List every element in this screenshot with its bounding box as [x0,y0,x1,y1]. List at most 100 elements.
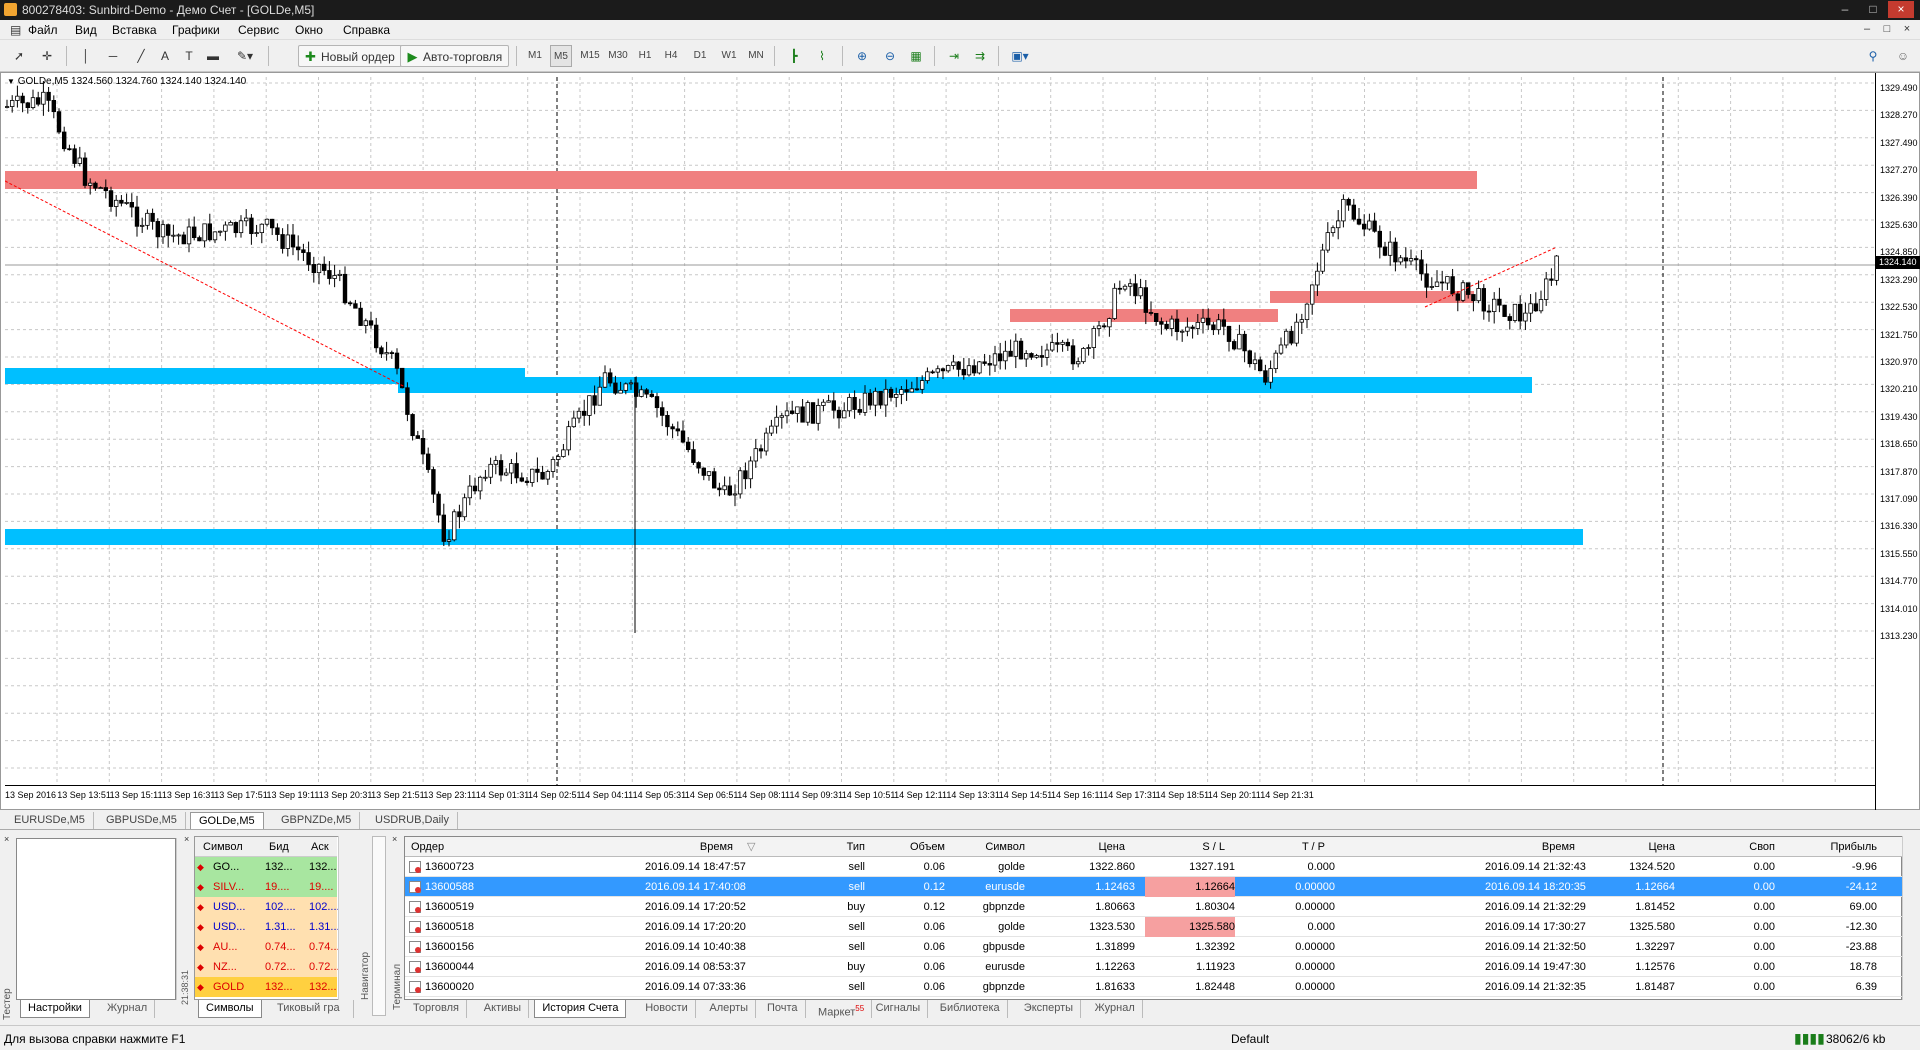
col-order[interactable]: Ордер [411,837,444,857]
crosshair-icon[interactable]: ✛ [38,45,56,67]
symbol-row[interactable]: ◆ GO... 132... 132... [195,857,337,877]
symbol-row[interactable]: ◆ GOLD 132... 132... [195,977,337,997]
symbol-row[interactable]: ◆ USD... 102.... 102.... [195,897,340,917]
terminal-tab[interactable]: Маркет55 [811,1000,873,1019]
mdi-minimize-button[interactable]: – [1858,22,1876,37]
tf-m5-button[interactable]: M5 [550,45,572,67]
menu-help[interactable]: Справка [343,23,390,37]
tile-windows-icon[interactable]: ▦ [906,45,926,67]
tf-d1-button[interactable]: D1 [689,45,711,67]
symbol-row[interactable]: ◆ USD... 1.31... 1.31... [195,917,340,937]
col-price[interactable]: Цена [1085,837,1125,857]
mdi-close-button[interactable]: × [1898,22,1916,37]
col-volume[interactable]: Объем [895,837,945,857]
terminal-scrollbar[interactable] [1902,836,1918,1000]
chart-collapse-icon[interactable]: ▼ [7,77,15,86]
tf-m15-button[interactable]: M15 [578,45,602,67]
zoom-out-icon[interactable]: ⊖ [880,45,900,67]
navigator-label[interactable]: Навигатор [360,930,371,1000]
mdi-restore-button[interactable]: □ [1878,22,1896,37]
tf-m30-button[interactable]: M30 [606,45,630,67]
history-row[interactable]: 13600723 2016.09.14 18:47:57 sell 0.06 golde… [405,857,1903,877]
terminal-tab[interactable]: Новости [638,1000,696,1018]
templates-dropdown-icon[interactable]: ▣▾ [1006,45,1034,67]
market-watch-scrollbar[interactable] [338,836,354,1000]
chart-plot-area[interactable] [5,77,1875,785]
tester-close-icon[interactable]: × [4,834,9,844]
col-time[interactable]: Время [685,837,733,857]
line-chart-icon[interactable]: ⌇ [812,45,832,67]
terminal-tab[interactable]: Алерты [702,1000,757,1018]
terminal-tab[interactable]: Эксперты [1017,1000,1082,1018]
autoscroll-icon[interactable]: ⇉ [970,45,990,67]
tf-m1-button[interactable]: M1 [524,45,546,67]
menu-file[interactable]: Файл [28,23,58,37]
terminal-tab[interactable]: Активы [477,1000,530,1018]
market-watch-close-icon[interactable]: × [184,834,189,844]
terminal-tab[interactable]: История Счета [534,1000,627,1018]
chart-shift-icon[interactable]: ⇥ [944,45,964,67]
chart-tab-golde[interactable]: GOLDe,M5 [190,812,264,829]
tf-h4-button[interactable]: H4 [660,45,682,67]
maximize-button[interactable]: □ [1860,1,1886,18]
col-swap[interactable]: Своп [1725,837,1775,857]
menu-insert[interactable]: Вставка [112,23,157,37]
chart-tab-usdrub[interactable]: USDRUB,Daily [367,812,458,829]
menu-window[interactable]: Окно [295,23,323,37]
symbol-row[interactable]: ◆ AU... 0.74... 0.74... [195,937,340,957]
col-symbol[interactable]: Символ [203,837,243,857]
terminal-tab[interactable]: Сигналы [869,1000,929,1018]
terminal-tab[interactable]: Журнал [1088,1000,1143,1018]
text-label-icon[interactable]: T [180,45,198,67]
close-button[interactable]: × [1888,1,1914,18]
vertical-line-icon[interactable]: │ [80,45,92,67]
col-bid[interactable]: Бид [269,837,289,857]
history-row[interactable]: 13600020 2016.09.14 07:33:36 sell 0.06 gbpnz… [405,977,1903,997]
auto-trading-button[interactable]: ▶ Авто-торговля [400,45,510,67]
history-row[interactable]: 13600519 2016.09.14 17:20:52 buy 0.12 gbpnzd… [405,897,1903,917]
tf-mn-button[interactable]: MN [745,45,767,67]
terminal-tab[interactable]: Почта [760,1000,806,1018]
new-order-button[interactable]: ✚ Новый ордер [298,45,402,67]
bar-chart-icon[interactable]: ┣ [784,45,804,67]
user-icon[interactable]: ☺ [1894,45,1912,67]
tf-h1-button[interactable]: H1 [634,45,656,67]
col-close-price[interactable]: Цена [1625,837,1675,857]
terminal-close-icon[interactable]: × [392,834,397,844]
history-row[interactable]: 13600588 2016.09.14 17:40:08 sell 0.12 eurus… [405,877,1903,897]
symbol-row[interactable]: ◆ NZ... 0.72... 0.72... [195,957,340,977]
terminal-tab[interactable]: Библиотека [933,1000,1008,1018]
col-symbol[interactable]: Символ [975,837,1025,857]
market-watch-tab-tick-chart[interactable]: Тиковый гра [270,1000,354,1018]
menu-charts[interactable]: Графики [172,23,220,37]
trendline-icon[interactable]: ╱ [132,45,150,67]
status-profile[interactable]: Default [1231,1032,1269,1046]
terminal-tab[interactable]: Торговля [406,1000,467,1018]
tf-w1-button[interactable]: W1 [718,45,740,67]
menu-tools[interactable]: Сервис [238,23,279,37]
text-icon[interactable]: A [156,45,174,67]
search-icon[interactable]: ⚲ [1864,45,1882,67]
zoom-in-icon[interactable]: ⊕ [852,45,872,67]
chart-tab-gbpusde[interactable]: GBPUSDe,M5 [98,812,186,829]
rectangle-icon[interactable]: ▬ [204,45,222,67]
menu-view[interactable]: Вид [75,23,97,37]
minimize-button[interactable]: – [1832,1,1858,18]
chart-tab-gbpnzde[interactable]: GBPNZDe,M5 [273,812,361,829]
market-watch-tab-symbols[interactable]: Символы [198,1000,262,1018]
symbol-row[interactable]: ◆ SILV... 19.... 19.... [195,877,337,897]
col-profit[interactable]: Прибыль [1805,837,1877,857]
chart-tab-eurusde[interactable]: EURUSDe,M5 [6,812,94,829]
price-chart[interactable] [5,77,1875,785]
col-close-time[interactable]: Время [1515,837,1575,857]
col-sl[interactable]: S / L [1185,837,1225,857]
history-row[interactable]: 13600044 2016.09.14 08:53:37 buy 0.06 eurusd… [405,957,1903,977]
tester-tab-settings[interactable]: Настройки [20,1000,90,1018]
cursor-icon[interactable]: ➚ [10,45,28,67]
history-row[interactable]: 13600518 2016.09.14 17:20:20 sell 0.06 golde… [405,917,1903,937]
col-type[interactable]: Тип [835,837,865,857]
navigator-panel[interactable] [372,836,386,1016]
tester-tab-journal[interactable]: Журнал [100,1000,156,1018]
horizontal-line-icon[interactable]: ─ [104,45,122,67]
col-ask[interactable]: Аск [311,837,329,857]
